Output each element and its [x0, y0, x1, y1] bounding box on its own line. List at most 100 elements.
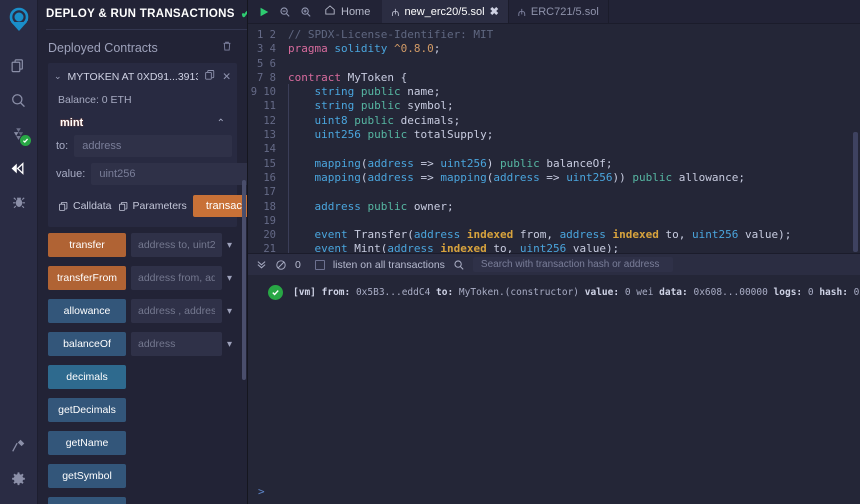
chevron-down-icon[interactable]: ▾ — [227, 240, 237, 251]
calldata-button[interactable]: Calldata — [58, 200, 112, 212]
function-row: getTotalSup... — [48, 497, 237, 504]
function-button-balanceOf[interactable]: balanceOf — [48, 332, 126, 356]
function-input-transferFrom[interactable] — [131, 266, 222, 290]
success-check-icon — [268, 285, 283, 300]
function-input-allowance[interactable] — [131, 299, 222, 323]
function-row: getName — [48, 431, 237, 455]
mint-to-input[interactable] — [74, 135, 233, 157]
function-button-getSymbol[interactable]: getSymbol — [48, 464, 126, 488]
remix-logo-icon[interactable] — [5, 6, 33, 37]
home-label: Home — [341, 5, 371, 18]
expand-terminal-icon[interactable] — [256, 259, 267, 270]
contract-card-header[interactable]: ⌄ MYTOKEN AT 0XD91...39138 (I ✕ — [54, 69, 231, 84]
code-editor[interactable]: 1 2 3 4 5 6 7 8 9 10 11 12 13 14 15 16 1… — [248, 24, 860, 253]
terminal-toolbar: 0 listen on all transactions — [248, 253, 860, 275]
deployed-contracts-header: Deployed Contracts — [38, 30, 247, 61]
mint-to-row: to: — [56, 135, 233, 157]
deployed-contract-card[interactable]: ⌄ MYTOKEN AT 0XD91...39138 (I ✕ Balance:… — [48, 63, 247, 227]
search-icon[interactable] — [0, 83, 38, 117]
panel-title: DEPLOY & RUN TRANSACTIONS — [46, 8, 235, 20]
function-input-transfer[interactable] — [131, 233, 222, 257]
function-row: transfer ▾ — [48, 233, 237, 257]
tab-label: new_erc20/5.sol — [404, 5, 485, 18]
editor-scrollbar[interactable] — [853, 132, 858, 252]
trash-icon[interactable] — [221, 40, 233, 55]
mint-value-input[interactable] — [91, 163, 247, 185]
panel-scrollbar[interactable] — [242, 180, 246, 380]
pending-transaction-count: 0 — [295, 258, 301, 271]
line-number-gutter: 1 2 3 4 5 6 7 8 9 10 11 12 13 14 15 16 1… — [248, 24, 282, 253]
mint-function-name: mint — [60, 117, 84, 129]
chevron-down-icon[interactable]: ▾ — [227, 306, 237, 317]
contract-balance: Balance: 0 ETH — [58, 94, 132, 106]
solidity-compiler-icon[interactable] — [0, 117, 38, 151]
chevron-down-icon[interactable]: ▾ — [227, 273, 237, 284]
debugger-icon[interactable] — [0, 185, 38, 219]
panel-check-icon: ✔ — [241, 7, 247, 21]
compile-success-badge — [19, 135, 31, 146]
mint-function-block: mint ⌃ to: value: — [54, 112, 247, 219]
code-content[interactable]: // SPDX-License-Identifier: MIT pragma so… — [282, 24, 860, 253]
zoom-out-icon[interactable] — [279, 6, 291, 18]
clear-console-icon[interactable] — [275, 259, 287, 271]
tab-label: ERC721/5.sol — [530, 5, 599, 18]
mint-value-label: value: — [56, 168, 86, 180]
tab-home[interactable]: Home — [322, 0, 382, 23]
function-row: getSymbol — [48, 464, 237, 488]
chevron-down-icon[interactable]: ⌄ — [54, 71, 62, 82]
contract-function-list: transfer ▾ transferFrom ▾ allowance ▾ ba… — [38, 227, 247, 504]
function-button-allowance[interactable]: allowance — [48, 299, 126, 323]
function-button-getDecimals[interactable]: getDecimals — [48, 398, 126, 422]
terminal-prompt[interactable]: > — [258, 485, 265, 498]
transact-button[interactable]: transact — [192, 195, 247, 217]
function-button-getName[interactable]: getName — [48, 431, 126, 455]
tab-ERC721-5-sol[interactable]: ₼ ERC721/5.sol — [509, 0, 609, 23]
parameters-label: Parameters — [132, 200, 187, 212]
home-icon — [324, 4, 336, 19]
search-icon[interactable] — [453, 259, 465, 271]
solidity-file-icon: ₼ — [391, 7, 400, 19]
contract-name: MYTOKEN AT 0XD91...39138 (I — [67, 70, 199, 83]
copy-icon — [118, 201, 127, 211]
mint-value-row: value: — [56, 163, 247, 185]
editor-tabbar: Home ₼ new_erc20/5.sol ✖ ₼ ERC721/5.sol — [248, 0, 860, 24]
copy-icon[interactable] — [204, 69, 216, 84]
icon-sidebar — [0, 0, 38, 504]
panel-scroll-area: Deployed Contracts ⌄ MYTOKEN AT 0XD91...… — [38, 30, 247, 504]
close-icon[interactable]: ✖ — [490, 5, 499, 18]
mint-action-row: Calldata Parameters transact — [56, 191, 247, 219]
run-icon[interactable] — [258, 6, 270, 18]
tab-new_erc20-5-sol[interactable]: ₼ new_erc20/5.sol ✖ — [382, 0, 509, 23]
close-icon[interactable]: ✕ — [222, 71, 231, 83]
transaction-search-input[interactable] — [472, 257, 673, 272]
zoom-in-icon[interactable] — [300, 6, 312, 18]
deployed-contracts-label: Deployed Contracts — [48, 40, 158, 55]
plugin-manager-icon[interactable] — [0, 428, 38, 462]
terminal-output[interactable]: [vm] from: 0x5B3...eddC4 to: MyToken.(co… — [248, 275, 860, 504]
function-row: allowance ▾ — [48, 299, 237, 323]
function-row: getDecimals — [48, 398, 237, 422]
transaction-log-text: [vm] from: 0x5B3...eddC4 to: MyToken.(co… — [293, 287, 860, 298]
function-button-transfer[interactable]: transfer — [48, 233, 126, 257]
chevron-down-icon[interactable]: ▾ — [227, 339, 237, 350]
deploy-run-panel: DEPLOY & RUN TRANSACTIONS ✔ › Deployed C… — [38, 0, 248, 504]
calldata-label: Calldata — [73, 200, 112, 212]
function-input-balanceOf[interactable] — [131, 332, 222, 356]
function-button-decimals[interactable]: decimals — [48, 365, 126, 389]
file-explorer-icon[interactable] — [0, 49, 38, 83]
solidity-file-icon: ₼ — [517, 7, 526, 19]
listen-on-all-transactions-checkbox[interactable] — [314, 259, 325, 270]
copy-icon — [59, 201, 68, 211]
transaction-log-row[interactable]: [vm] from: 0x5B3...eddC4 to: MyToken.(co… — [248, 275, 860, 300]
function-row: balanceOf ▾ — [48, 332, 237, 356]
function-row: transferFrom ▾ — [48, 266, 237, 290]
code-text: // SPDX-License-Identifier: MIT pragma so… — [288, 28, 792, 253]
parameters-button[interactable]: Parameters — [118, 200, 187, 212]
deploy-run-icon[interactable] — [0, 151, 38, 185]
indent-guide — [288, 84, 289, 253]
settings-icon[interactable] — [0, 462, 38, 496]
function-button-transferFrom[interactable]: transferFrom — [48, 266, 126, 290]
function-button-getTotalSupply[interactable]: getTotalSup... — [48, 497, 126, 504]
chevron-up-icon[interactable]: ⌃ — [217, 118, 225, 129]
mint-function-header[interactable]: mint ⌃ — [56, 114, 229, 135]
